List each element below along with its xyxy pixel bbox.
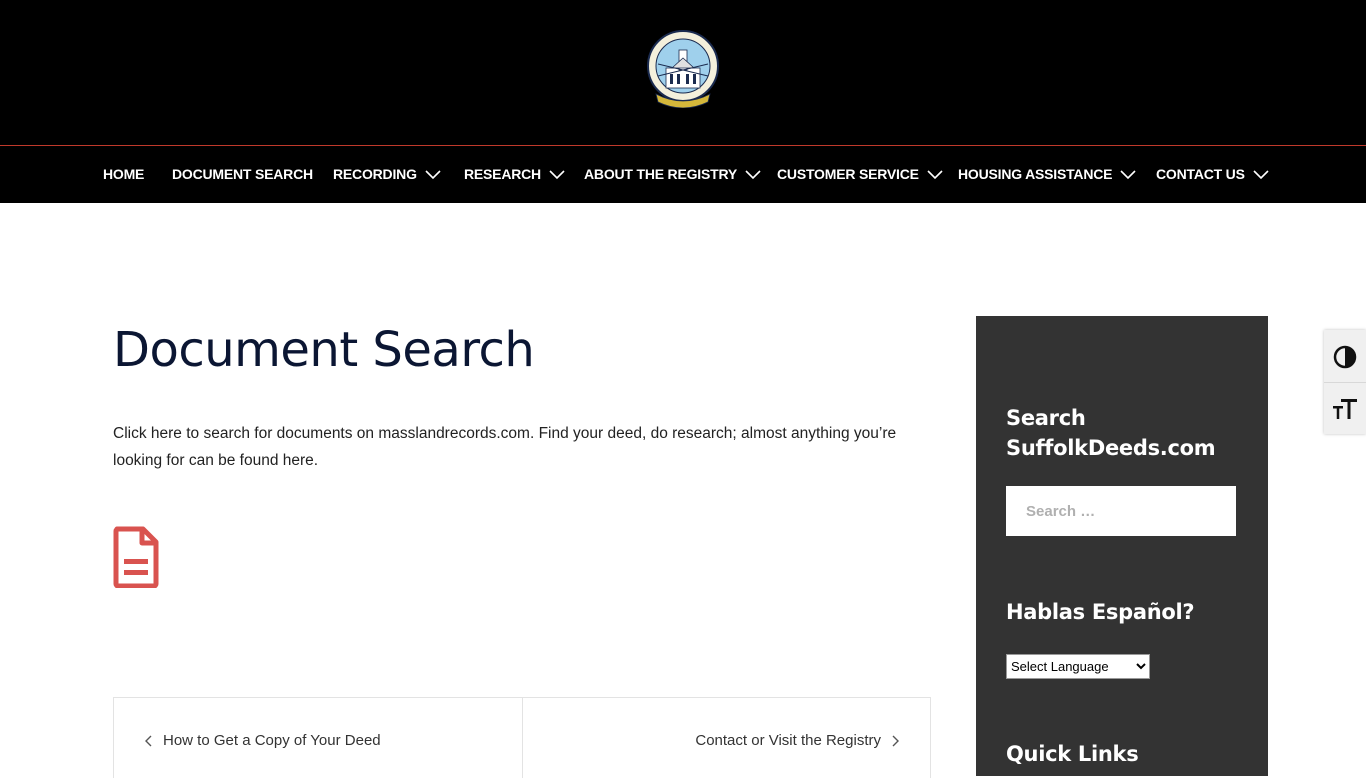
nav-item-home[interactable]: HOME [103,146,144,203]
search-widget-title: Search SuffolkDeeds.com [1006,406,1216,460]
previous-post-link[interactable]: How to Get a Copy of Your Deed [144,732,381,749]
nav-item-label: HOUSING ASSISTANCE [958,166,1113,182]
accessibility-toolbar [1324,330,1366,434]
chevron-right-icon [892,735,899,746]
nav-item-label: RECORDING [333,166,417,182]
next-post-label: Contact or Visit the Registry [695,732,881,749]
nav-item-housing-assistance[interactable]: HOUSING ASSISTANCE [958,146,1136,203]
language-select[interactable]: Select Language [1006,654,1150,679]
nav-item-research[interactable]: RESEARCH [464,146,565,203]
font-size-icon [1333,399,1357,419]
nav-item-contact-us[interactable]: CONTACT US [1156,146,1269,203]
next-post-link[interactable]: Contact or Visit the Registry [695,732,900,749]
quick-links-title: Quick Links [1006,742,1139,766]
font-size-toggle-button[interactable] [1324,384,1366,434]
nav-item-document-search[interactable]: DOCUMENT SEARCH [172,146,313,203]
nav-item-label: DOCUMENT SEARCH [172,166,313,182]
nav-item-recording[interactable]: RECORDING [333,146,441,203]
registry-seal-logo[interactable] [646,28,720,108]
chevron-down-icon [745,169,761,179]
language-widget-title: Hablas Español? [1006,600,1195,624]
contrast-toggle-button[interactable] [1324,332,1366,383]
post-nav-divider [522,698,523,778]
search-input[interactable] [1006,486,1236,536]
chevron-left-icon [145,735,152,746]
nav-item-label: CONTACT US [1156,166,1245,182]
contrast-icon [1333,345,1357,369]
nav-item-label: HOME [103,166,145,182]
document-icon[interactable] [113,526,159,588]
chevron-down-icon [549,169,565,179]
site-header [0,0,1366,145]
nav-item-customer-service[interactable]: CUSTOMER SERVICE [777,146,943,203]
nav-item-label: RESEARCH [464,166,541,182]
intro-text[interactable]: Click here to search for documents on ma… [113,420,933,474]
nav-item-about-the-registry[interactable]: ABOUT THE REGISTRY [584,146,761,203]
chevron-down-icon [927,169,943,179]
post-navigation: How to Get a Copy of Your Deed Contact o… [113,697,931,778]
chevron-down-icon [1253,169,1269,179]
chevron-down-icon [1120,169,1136,179]
previous-post-label: How to Get a Copy of Your Deed [163,732,381,749]
sidebar: Search SuffolkDeeds.com Hablas Español? … [976,316,1268,776]
nav-item-label: ABOUT THE REGISTRY [584,166,737,182]
chevron-down-icon [425,169,441,179]
nav-item-label: CUSTOMER SERVICE [777,166,919,182]
main-nav: HOME DOCUMENT SEARCH RECORDING RESEARCH … [0,146,1366,203]
page-title: Document Search [113,322,535,378]
